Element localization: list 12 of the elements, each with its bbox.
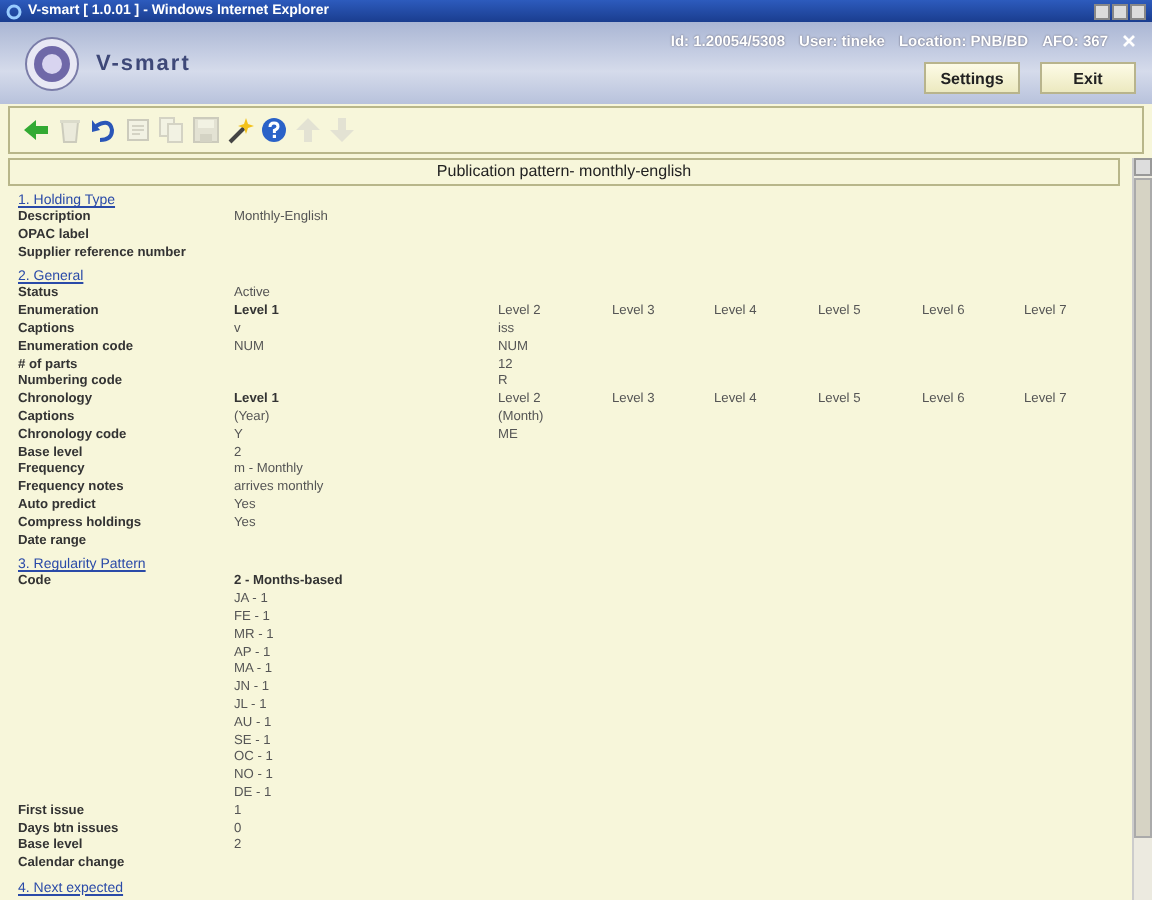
close-icon[interactable] — [1122, 34, 1136, 48]
scrollbar[interactable] — [1132, 158, 1152, 900]
exit-button[interactable]: Exit — [1040, 62, 1136, 94]
magic-wand-icon[interactable] — [226, 116, 254, 144]
back-arrow-icon[interactable] — [22, 116, 50, 144]
settings-button[interactable]: Settings — [924, 62, 1020, 94]
page-title: Publication pattern- monthly-english — [8, 158, 1120, 186]
help-icon[interactable] — [260, 116, 288, 144]
undo-arrow-icon[interactable] — [90, 116, 118, 144]
logo-icon — [24, 35, 80, 91]
browser-icon — [6, 3, 22, 19]
logo-text: V-smart — [96, 51, 191, 75]
